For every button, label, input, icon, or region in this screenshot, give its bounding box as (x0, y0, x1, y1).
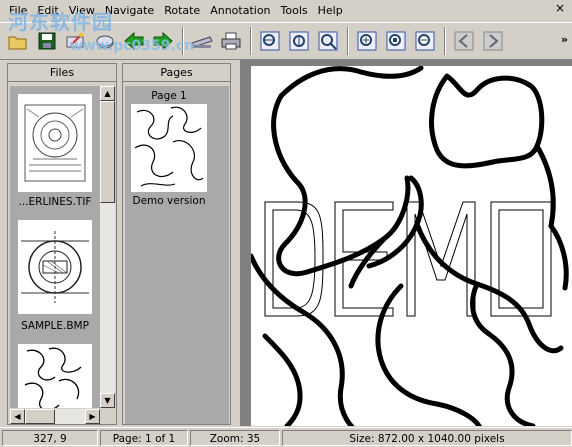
file-preview-image (18, 344, 92, 408)
files-panel: Files ...ERLINES.TIF SAMPLE.BMP ▲ ▼ ◀ ▶ (7, 63, 117, 425)
back-icon[interactable] (450, 27, 478, 55)
scan-icon[interactable] (62, 27, 90, 55)
toolbar-separator (182, 27, 184, 55)
open-folder-icon[interactable] (4, 27, 32, 55)
menu-help[interactable]: Help (313, 2, 348, 20)
files-panel-title: Files (8, 64, 116, 82)
forward-icon[interactable] (479, 27, 507, 55)
file-thumbnail[interactable] (14, 340, 96, 408)
toolbar-separator (250, 27, 252, 55)
scroll-left-icon[interactable]: ◀ (10, 409, 25, 424)
page-label: Page 1 (129, 89, 209, 103)
toolbar-separator (347, 27, 349, 55)
save-icon[interactable] (33, 27, 61, 55)
files-horizontal-scrollbar[interactable]: ◀ ▶ (10, 409, 100, 424)
image-size: Size: 872.00 x 1040.00 pixels (282, 429, 572, 446)
previous-arrow-icon[interactable] (120, 27, 148, 55)
menu-bar: File Edit View Navigate Rotate Annotatio… (0, 0, 572, 22)
files-vertical-scrollbar[interactable]: ▲ ▼ (100, 86, 115, 408)
file-name: SAMPLE.BMP (21, 320, 89, 332)
panel-splitter[interactable] (233, 63, 239, 425)
pages-panel-title: Pages (123, 64, 230, 82)
menu-annotation[interactable]: Annotation (205, 2, 275, 20)
scroll-up-icon[interactable]: ▲ (100, 86, 115, 101)
file-preview-image (18, 220, 92, 314)
zoom-indicator: Zoom: 35 (190, 429, 280, 446)
scanner-icon[interactable] (188, 27, 216, 55)
page-indicator: Page: 1 of 1 (100, 429, 188, 446)
pages-panel: Pages Page 1 Demo version (122, 63, 231, 425)
page-preview-image (131, 104, 207, 192)
scroll-right-icon[interactable]: ▶ (85, 409, 100, 424)
page-caption: Demo version (132, 195, 206, 207)
document-viewer[interactable] (240, 60, 572, 426)
scrollbar-thumb[interactable] (25, 409, 55, 424)
file-name: ...ERLINES.TIF (18, 196, 92, 208)
zoom-out-icon[interactable] (411, 27, 439, 55)
document-page (248, 65, 572, 426)
toolbar-separator (444, 27, 446, 55)
file-thumbnail[interactable]: ...ERLINES.TIF (14, 90, 96, 210)
zoom-in-icon[interactable] (353, 27, 381, 55)
toolbar: » (0, 22, 572, 60)
fit-width-icon[interactable] (256, 27, 284, 55)
print-icon[interactable] (217, 27, 245, 55)
disk-icon[interactable] (91, 27, 119, 55)
pages-list: Page 1 Demo version (125, 86, 229, 424)
menu-tools[interactable]: Tools (276, 2, 313, 20)
menu-file[interactable]: File (4, 2, 32, 20)
app-window: File Edit View Navigate Rotate Annotatio… (0, 0, 572, 447)
menu-view[interactable]: View (64, 2, 100, 20)
actual-size-icon[interactable] (382, 27, 410, 55)
file-thumbnail[interactable]: SAMPLE.BMP (14, 216, 96, 334)
document-drawing (248, 65, 569, 426)
menu-navigate[interactable]: Navigate (100, 2, 159, 20)
scrollbar-thumb[interactable] (100, 101, 115, 203)
scroll-down-icon[interactable]: ▼ (100, 393, 115, 408)
status-bar: 327, 9 Page: 1 of 1 Zoom: 35 Size: 872.0… (0, 427, 572, 447)
fit-page-icon[interactable] (314, 27, 342, 55)
menu-edit[interactable]: Edit (32, 2, 63, 20)
files-list: ...ERLINES.TIF SAMPLE.BMP (10, 86, 100, 408)
page-thumbnail[interactable]: Page 1 Demo version (129, 89, 209, 209)
file-preview-image (18, 94, 92, 192)
toolbar-overflow-icon[interactable]: » (561, 33, 568, 46)
fit-height-icon[interactable] (285, 27, 313, 55)
menu-rotate[interactable]: Rotate (159, 2, 205, 20)
next-arrow-icon[interactable] (149, 27, 177, 55)
close-icon[interactable]: × (552, 1, 568, 15)
cursor-coordinates: 327, 9 (2, 429, 98, 446)
